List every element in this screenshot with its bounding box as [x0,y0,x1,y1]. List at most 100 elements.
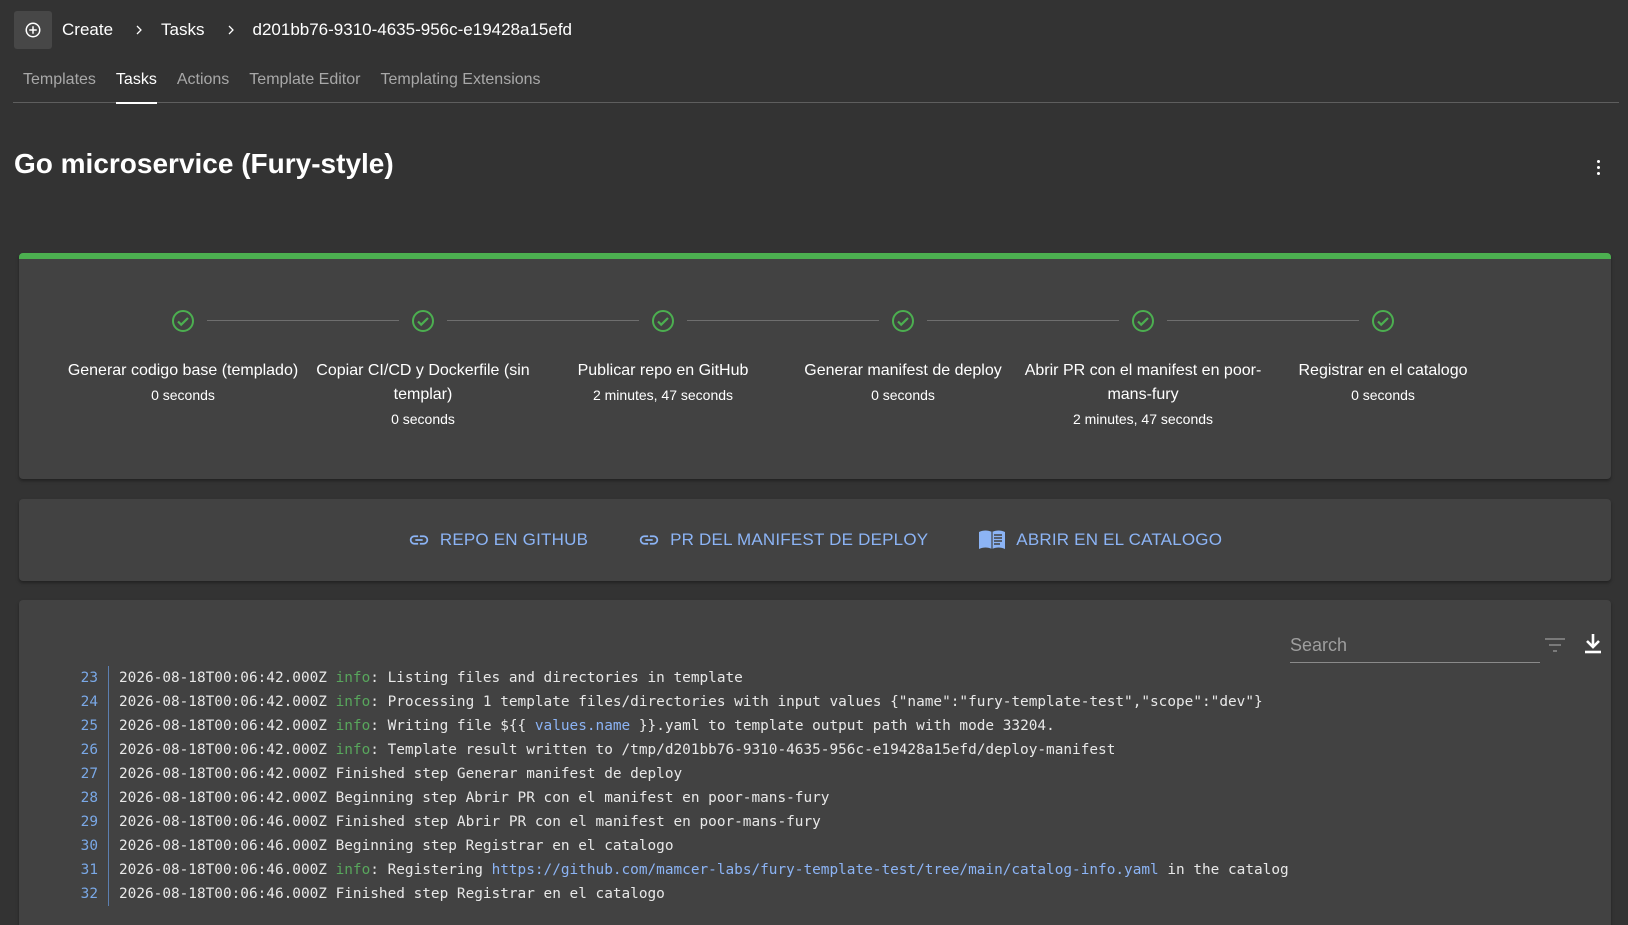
step-connector [927,320,1119,321]
step-label: Publicar repo en GitHub 2 minutes, 47 sec… [538,359,788,407]
log-timestamp: 2026-08-18T00:06:42.000Z [119,742,327,758]
log-line: 31 2026-08-18T00:06:46.000Z info: Registe… [19,858,1611,882]
more-options-icon[interactable] [1588,155,1608,179]
log-level: info [335,718,371,734]
line-number: 23 [19,666,109,690]
log-text: 2026-08-18T00:06:42.000Z Finished step G… [109,762,682,786]
log-timestamp: 2026-08-18T00:06:42.000Z [119,694,327,710]
log-level: info [335,742,371,758]
log-timestamp: 2026-08-18T00:06:42.000Z [119,718,327,734]
log-line: 28 2026-08-18T00:06:42.000Z Beginning ste… [19,786,1611,810]
step-duration: 2 minutes, 47 seconds [592,387,734,403]
log-text: 2026-08-18T00:06:42.000Z info: Template … [109,738,1115,762]
log-message-tail: }}.yaml to template output path with mod… [630,718,1055,734]
line-number: 32 [19,882,109,906]
step-duration: 2 minutes, 47 seconds [1072,411,1214,427]
pr-manifest-label: PR DEL MANIFEST DE DEPLOY [670,530,929,549]
log-message: Finished step Abrir PR con el manifest e… [335,814,821,830]
log-variable: values.name [534,718,631,734]
log-message: Finished step Registrar en el catalogo [335,886,665,902]
tab-templates[interactable]: Templates [13,66,106,103]
breadcrumb-create[interactable]: Create [62,20,113,40]
log-line: 29 2026-08-18T00:06:46.000Z Finished step… [19,810,1611,834]
line-number: 29 [19,810,109,834]
progress-bar [19,253,1611,259]
step-title: Abrir PR con el manifest en poor-mans-fu… [1024,362,1262,403]
log-search [1290,628,1540,663]
log-timestamp: 2026-08-18T00:06:46.000Z [119,838,327,854]
log-url-link[interactable]: https://github.com/mamcer-labs/fury-temp… [492,862,1159,878]
task-stepper: Generar codigo base (templado) 0 seconds C… [19,253,1611,479]
step-title: Generar codigo base (templado) [67,362,299,379]
check-circle-icon [1132,310,1154,332]
breadcrumb-tasks[interactable]: Tasks [161,20,204,40]
log-timestamp: 2026-08-18T00:06:46.000Z [119,862,327,878]
log-line: 27 2026-08-18T00:06:42.000Z Finished step… [19,762,1611,786]
step-connector [1167,320,1359,321]
check-circle-icon [892,310,914,332]
step-label: Generar manifest de deploy 0 seconds [778,359,1028,407]
line-number: 28 [19,786,109,810]
step-duration: 0 seconds [151,387,215,403]
log-line: 26 2026-08-18T00:06:42.000Z info: Templat… [19,738,1611,762]
log-text: 2026-08-18T00:06:46.000Z info: Registeri… [109,858,1289,882]
link-icon [639,535,659,545]
log-line: 30 2026-08-18T00:06:46.000Z Beginning ste… [19,834,1611,858]
catalog-book-icon [979,530,1006,549]
log-text: 2026-08-18T00:06:42.000Z Beginning step … [109,786,829,810]
step-connector [447,320,639,321]
create-button[interactable] [14,11,52,49]
step-title: Generar manifest de deploy [804,362,1002,379]
log-text: 2026-08-18T00:06:42.000Z info: Listing f… [109,666,743,690]
log-message: : Template result written to /tmp/d201bb… [370,742,1116,758]
tab-template-editor[interactable]: Template Editor [239,66,370,103]
log-text: 2026-08-18T00:06:46.000Z Beginning step … [109,834,674,858]
download-icon[interactable] [1582,632,1604,656]
step-title: Publicar repo en GitHub [577,362,749,379]
add-circle-icon [25,22,41,38]
log-line: 25 2026-08-18T00:06:42.000Z info: Writing… [19,714,1611,738]
log-search-input[interactable] [1290,628,1540,662]
line-number: 25 [19,714,109,738]
log-message: : Writing file ${{ [370,718,535,734]
log-message: Beginning step Registrar en el catalogo [335,838,674,854]
step-duration: 0 seconds [1351,387,1415,403]
log-message: : Processing 1 template files/directorie… [370,694,1263,710]
tab-tasks[interactable]: Tasks [106,66,167,104]
step-connector [207,320,399,321]
log-message: Beginning step Abrir PR con el manifest … [335,790,830,806]
log-level: info [335,862,371,878]
log-viewer: 232026-08-18T00:06:42.000Z info: Listing… [19,600,1611,925]
step-label: Copiar CI/CD y Dockerfile (sin templar) 0… [298,359,548,431]
repo-github-label: REPO EN GITHUB [439,530,589,549]
check-circle-icon [1372,310,1394,332]
pr-manifest-link[interactable]: PR DEL MANIFEST DE DEPLOY [638,529,928,551]
repo-github-link[interactable]: REPO EN GITHUB [408,529,588,551]
step-duration: 0 seconds [871,387,935,403]
tab-bar: Templates Tasks Actions Template Editor … [13,66,1619,104]
check-circle-icon [652,310,674,332]
log-timestamp: 2026-08-18T00:06:46.000Z [119,886,327,902]
link-icon [409,535,429,545]
tab-actions[interactable]: Actions [167,66,239,103]
log-line: 32 2026-08-18T00:06:46.000Z Finished step… [19,882,1611,906]
line-number: 27 [19,762,109,786]
log-message: : Registering [370,862,492,878]
open-catalog-link[interactable]: ABRIR EN EL CATALOGO [978,529,1222,551]
log-message: : Listing files and directories in templ… [370,670,743,686]
step-label: Registrar en el catalogo 0 seconds [1258,359,1508,407]
log-timestamp: 2026-08-18T00:06:42.000Z [119,790,327,806]
chevron-right-icon [225,24,237,36]
step-title: Copiar CI/CD y Dockerfile (sin templar) [316,362,530,403]
line-number: 26 [19,738,109,762]
step-duration: 0 seconds [391,411,455,427]
log-level: info [335,694,371,710]
chevron-right-icon [133,24,145,36]
log-timestamp: 2026-08-18T00:06:42.000Z [119,670,327,686]
step-label: Generar codigo base (templado) 0 seconds [58,359,308,407]
log-line: 23 2026-08-18T00:06:42.000Z info: Listing… [19,666,1611,690]
filter-icon[interactable] [1543,635,1567,655]
log-text: 2026-08-18T00:06:42.000Z info: Writing f… [109,714,1055,738]
line-number: 24 [19,690,109,714]
tab-templating-extensions[interactable]: Templating Extensions [370,66,550,103]
